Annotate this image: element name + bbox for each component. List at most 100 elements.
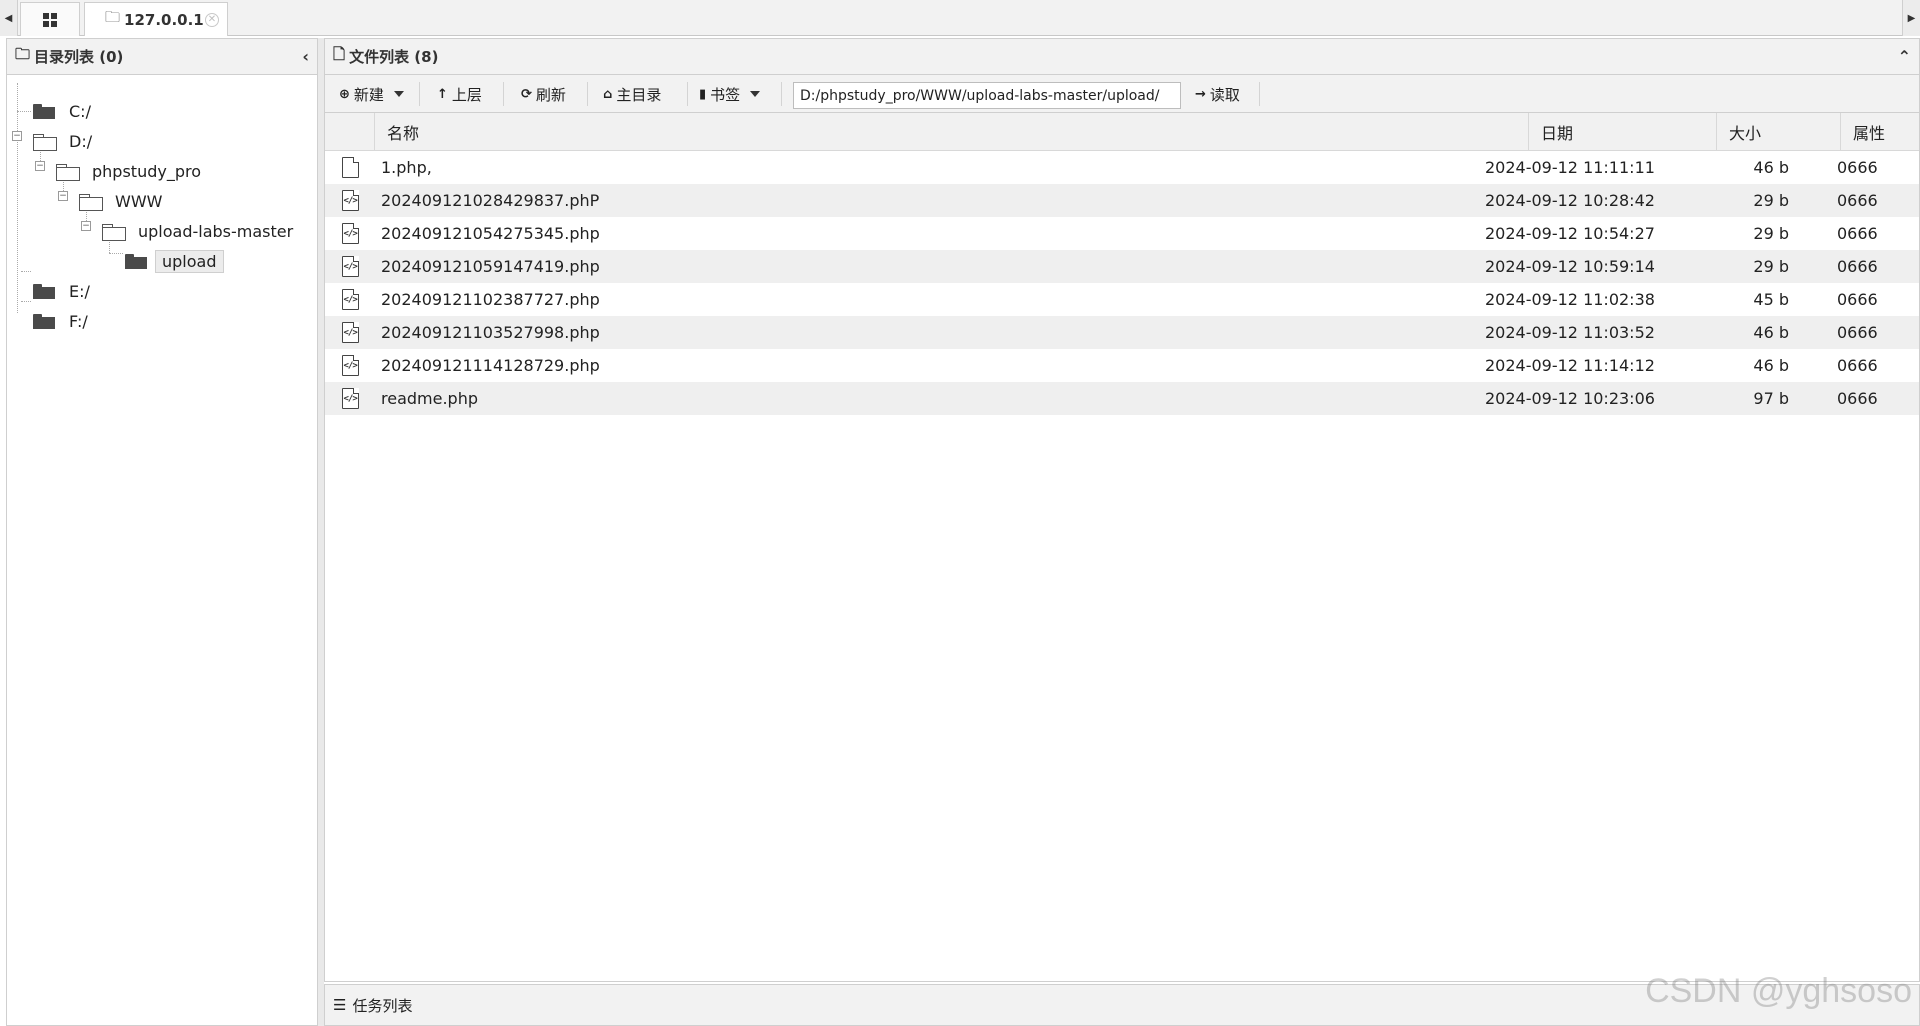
tab-127-0-0-1[interactable]: 🗀 127.0.0.1 ✕ [84,2,228,36]
file-size: 29 b [1753,257,1789,276]
folder-open-icon [33,133,57,151]
folder-icon [33,103,55,119]
file-panel: 🗋 文件列表 (8) ⌃ ⊕ 新建 ↑ 上层 ⟳ 刷新 ⌂ 主目录 ▮ 书签 D… [324,38,1920,982]
file-size: 46 b [1753,158,1789,177]
table-row[interactable]: 1.php, 2024-09-12 11:11:11 46 b 0666 [325,151,1919,184]
refresh-icon: ⟳ [521,86,532,102]
file-attr: 0666 [1837,290,1878,309]
table-row[interactable]: </> 202409121059147419.php 2024-09-12 10… [325,250,1919,283]
column-header-size[interactable]: 大小 [1717,113,1841,151]
read-button[interactable]: → 读取 [1195,81,1240,107]
arrow-right-icon: → [1195,86,1206,102]
collapse-up-icon[interactable]: ⌃ [1898,47,1911,66]
folder-outline-icon: 🗀 [15,45,31,63]
directory-panel-title: 目录列表 (0) [34,48,124,66]
read-button-label: 读取 [1209,85,1240,104]
chevron-down-icon [750,91,761,97]
file-attr: 0666 [1837,257,1878,276]
column-header-name[interactable]: 名称 [375,113,1529,151]
file-name: 202409121114128729.php [381,356,600,375]
folder-open-icon [102,223,126,241]
tree-node-label: upload-labs-master [138,221,294,241]
table-row[interactable]: </> readme.php 2024-09-12 10:23:06 97 b … [325,382,1919,415]
collapse-node-icon[interactable]: − [58,191,68,201]
collapse-node-icon[interactable]: − [12,131,22,141]
directory-panel-header: 🗀 目录列表 (0) ‹ [7,39,317,75]
close-icon[interactable]: ✕ [205,13,219,27]
code-file-icon: </> [339,349,361,382]
home-button[interactable]: ⌂ 主目录 [603,81,661,107]
tree-node-upload[interactable]: upload [125,249,224,273]
file-toolbar: ⊕ 新建 ↑ 上层 ⟳ 刷新 ⌂ 主目录 ▮ 书签 → 读取 [325,75,1919,113]
file-attr: 0666 [1837,389,1878,408]
up-button[interactable]: ↑ 上层 [437,81,482,107]
code-file-icon: </> [339,283,361,316]
collapse-left-icon[interactable]: ‹ [302,47,309,66]
grid-icon [43,12,57,27]
scroll-left-button[interactable]: ◀ [0,0,18,36]
file-name: 202409121028429837.phP [381,191,600,210]
file-list: 1.php, 2024-09-12 11:11:11 46 b 0666 </>… [325,151,1919,415]
tab-home[interactable] [20,2,80,36]
document-icon: 🗋 [333,45,346,63]
directory-tree: C:/ − D:/ − phpstudy_pro − WWW − upload-… [7,75,317,331]
tree-node-label: F:/ [69,311,88,331]
tree-node-label: D:/ [69,131,93,151]
file-date: 2024-09-12 11:03:52 [1485,323,1655,342]
column-header-attr[interactable]: 属性 [1841,113,1920,151]
table-row[interactable]: </> 202409121102387727.php 2024-09-12 11… [325,283,1919,316]
table-row[interactable]: </> 202409121028429837.phP 2024-09-12 10… [325,184,1919,217]
file-grid-header: 名称 日期 大小 属性 [325,113,1919,151]
file-size: 46 b [1753,356,1789,375]
task-list-label: 任务列表 [352,996,413,1015]
icon-column-header [325,113,375,151]
tree-node-c[interactable]: C:/ [33,99,97,123]
arrow-up-icon: ↑ [437,86,448,102]
file-attr: 0666 [1837,191,1878,210]
code-file-icon: </> [339,250,361,283]
file-size: 45 b [1753,290,1789,309]
tree-node-d[interactable]: D:/ [33,129,98,153]
path-input[interactable] [793,82,1181,109]
tree-node-e[interactable]: E:/ [33,279,96,303]
file-panel-title: 文件列表 (8) [349,48,439,66]
table-row[interactable]: </> 202409121103527998.php 2024-09-12 11… [325,316,1919,349]
folder-open-icon [79,193,103,211]
column-header-date[interactable]: 日期 [1529,113,1717,151]
collapse-node-icon[interactable]: − [81,221,91,231]
file-date: 2024-09-12 10:28:42 [1485,191,1655,210]
file-name: 202409121103527998.php [381,323,600,342]
tree-node-phpstudy-pro[interactable]: phpstudy_pro [56,159,207,183]
code-file-icon: </> [339,382,361,415]
tree-node-f[interactable]: F:/ [33,309,94,333]
tab-bar: ◀ 🗀 127.0.0.1 ✕ ▶ [0,0,1920,36]
new-button[interactable]: ⊕ 新建 [339,81,404,107]
column-header-name-label: 名称 [387,124,420,143]
file-name: 202409121059147419.php [381,257,600,276]
file-date: 2024-09-12 11:14:12 [1485,356,1655,375]
up-button-label: 上层 [451,85,482,104]
list-icon: ☰ [333,996,347,1014]
refresh-button[interactable]: ⟳ 刷新 [521,81,566,107]
table-row[interactable]: </> 202409121114128729.php 2024-09-12 11… [325,349,1919,382]
file-date: 2024-09-12 10:54:27 [1485,224,1655,243]
file-size: 29 b [1753,224,1789,243]
file-date: 2024-09-12 11:02:38 [1485,290,1655,309]
directory-panel: 🗀 目录列表 (0) ‹ C:/ − D:/ − phpstudy_pro − [6,38,318,1026]
file-name: 202409121054275345.php [381,224,600,243]
file-panel-header: 🗋 文件列表 (8) ⌃ [325,39,1919,75]
column-header-date-label: 日期 [1541,124,1574,143]
code-file-icon: </> [339,184,361,217]
file-name: readme.php [381,389,478,408]
scroll-right-button[interactable]: ▶ [1902,0,1920,36]
bookmark-button[interactable]: ▮ 书签 [699,81,761,107]
file-size: 97 b [1753,389,1789,408]
file-attr: 0666 [1837,323,1878,342]
folder-icon [33,313,55,329]
tree-node-upload-labs-master[interactable]: upload-labs-master [102,219,299,243]
folder-icon [125,253,147,269]
table-row[interactable]: </> 202409121054275345.php 2024-09-12 10… [325,217,1919,250]
file-name: 1.php, [381,158,432,177]
tree-node-www[interactable]: WWW [79,189,168,213]
collapse-node-icon[interactable]: − [35,161,45,171]
